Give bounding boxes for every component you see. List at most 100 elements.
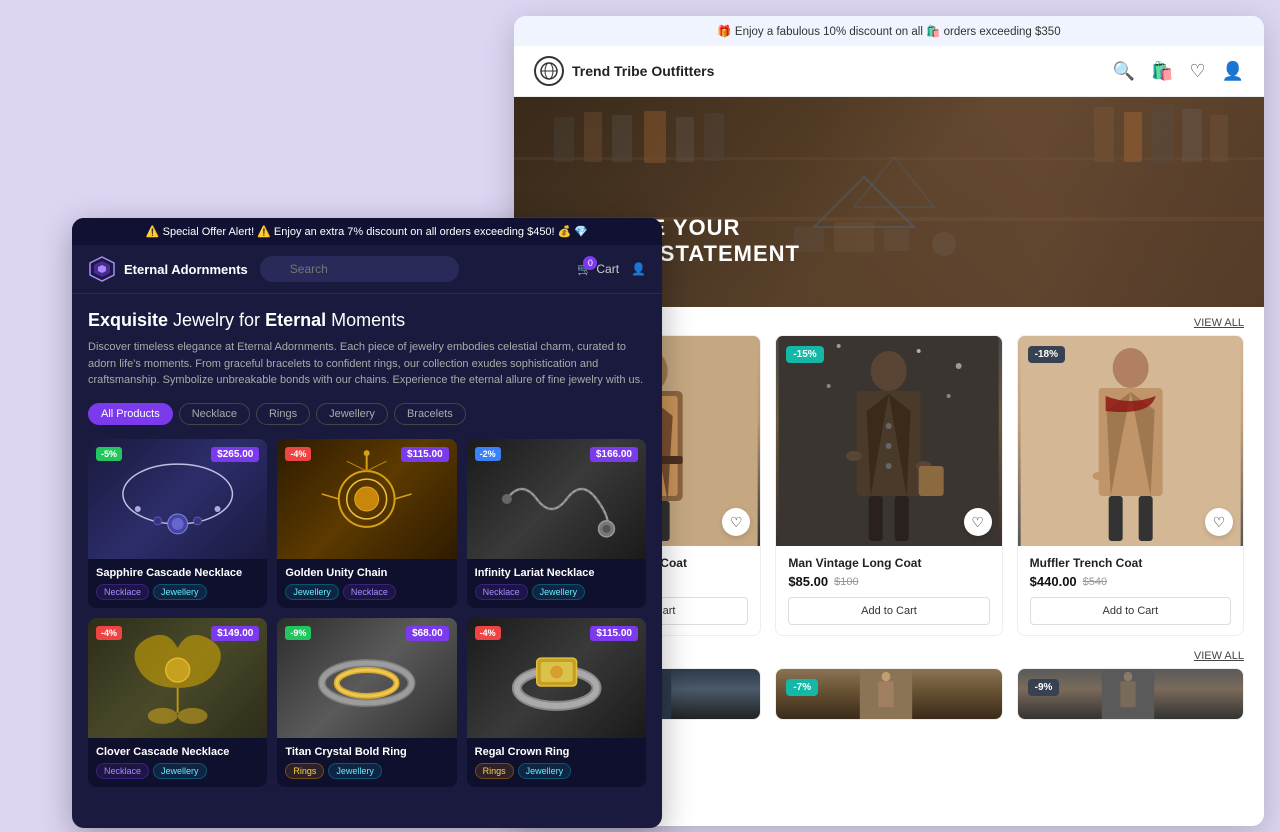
- fashion-image-second3: -9%: [1018, 669, 1243, 719]
- heading-normal1: Jewelry for: [168, 310, 265, 330]
- price-old-vintage: $100: [834, 576, 858, 588]
- filter-jewellery[interactable]: Jewellery: [316, 403, 388, 425]
- filter-necklace[interactable]: Necklace: [179, 403, 250, 425]
- product-card-titan[interactable]: -9% $68.00 Titan Crystal Bold Ring Rings…: [277, 618, 456, 787]
- tag-necklace-clover: Necklace: [96, 763, 149, 779]
- product-tags-titan: Rings Jewellery: [285, 763, 448, 779]
- product-info-clover: Clover Cascade Necklace Necklace Jewelle…: [88, 738, 267, 787]
- product-tags-sapphire: Necklace Jewellery: [96, 584, 259, 600]
- left-search-wrap: 🔍: [260, 256, 566, 282]
- product-info-sapphire: Sapphire Cascade Necklace Necklace Jewel…: [88, 559, 267, 608]
- product-info-regal: Regal Crown Ring Rings Jewellery: [467, 738, 646, 787]
- product-card-clover[interactable]: -4% $149.00 Clover Cascade Necklace Neck…: [88, 618, 267, 787]
- bag-icon[interactable]: 🛍️: [1151, 61, 1173, 82]
- price-badge-golden: $115.00: [401, 447, 449, 462]
- filter-pills: All Products Necklace Rings Jewellery Br…: [88, 403, 646, 425]
- fashion-discount-muffler: -18%: [1028, 346, 1065, 363]
- heart-icon[interactable]: ♡: [1189, 61, 1205, 82]
- cart-count: 0: [583, 256, 597, 270]
- heading-normal2: Moments: [326, 310, 405, 330]
- tag-jewellery-clover: Jewellery: [153, 763, 207, 779]
- tag-jewellery-golden: Jewellery: [285, 584, 339, 600]
- product-card-regal[interactable]: -4% $115.00 Regal Crown Ring Rings Jewel: [467, 618, 646, 787]
- left-banner: ⚠️ Special Offer Alert! ⚠️ Enjoy an extr…: [72, 218, 662, 245]
- user-icon-right[interactable]: 👤: [1222, 61, 1244, 82]
- products-grid: -5% $265.00 Sapphire Cascade Necklace: [88, 439, 646, 787]
- fashion-prices-vintage: $85.00 $100: [788, 574, 989, 589]
- filter-bracelets[interactable]: Bracelets: [394, 403, 466, 425]
- fashion-discount-second3: -9%: [1028, 679, 1060, 696]
- left-logo: Eternal Adornments: [88, 255, 248, 283]
- fashion-info-muffler: Muffler Trench Coat $440.00 $540 Add to …: [1018, 546, 1243, 635]
- wishlist-vintage[interactable]: ♡: [964, 508, 992, 536]
- price-badge-clover: $149.00: [211, 626, 259, 641]
- product-name-clover: Clover Cascade Necklace: [96, 746, 259, 758]
- right-logo-circle: [534, 56, 564, 86]
- tag-jewellery: Jewellery: [153, 584, 207, 600]
- filter-rings[interactable]: Rings: [256, 403, 310, 425]
- product-image-infinity: -2% $166.00: [467, 439, 646, 559]
- heading-bold2: Eternal: [265, 310, 326, 330]
- product-name-sapphire: Sapphire Cascade Necklace: [96, 567, 259, 579]
- fashion-name-vintage: Man Vintage Long Coat: [788, 556, 989, 570]
- tag-necklace-golden: Necklace: [343, 584, 396, 600]
- discount-badge-infinity: -2%: [475, 447, 501, 461]
- left-logo-text: Eternal Adornments: [124, 262, 248, 277]
- discount-badge-sapphire: -5%: [96, 447, 122, 461]
- left-logo-icon: [88, 255, 116, 283]
- left-nav: Eternal Adornments 🔍 🛒 0 Cart 👤: [72, 245, 662, 294]
- cart-button[interactable]: 🛒 0 Cart: [577, 262, 619, 276]
- tag-necklace-infinity: Necklace: [475, 584, 528, 600]
- tag-jewellery-infinity: Jewellery: [532, 584, 586, 600]
- tag-jewellery-regal: Jewellery: [518, 763, 572, 779]
- add-to-cart-muffler[interactable]: Add to Cart: [1030, 597, 1231, 625]
- user-icon[interactable]: 👤: [631, 262, 646, 276]
- product-name-titan: Titan Crystal Bold Ring: [285, 746, 448, 758]
- product-tags-clover: Necklace Jewellery: [96, 763, 259, 779]
- discount-badge-golden: -4%: [285, 447, 311, 461]
- product-tags-regal: Rings Jewellery: [475, 763, 638, 779]
- discount-badge-clover: -4%: [96, 626, 122, 640]
- product-info-infinity: Infinity Lariat Necklace Necklace Jewell…: [467, 559, 646, 608]
- search-icon-right[interactable]: 🔍: [1113, 61, 1135, 82]
- fashion-card-second3[interactable]: -9%: [1017, 668, 1244, 720]
- fashion-card-second2[interactable]: -7%: [775, 668, 1002, 720]
- fashion-image-second2: -7%: [776, 669, 1001, 719]
- filter-all-products[interactable]: All Products: [88, 403, 173, 425]
- product-info-golden: Golden Unity Chain Jewellery Necklace: [277, 559, 456, 608]
- product-card-infinity[interactable]: -2% $166.00 Infinity Lariat Necklace Nec…: [467, 439, 646, 608]
- tag-rings-regal: Rings: [475, 763, 514, 779]
- right-nav-icons: 🔍 🛍️ ♡ 👤: [1113, 61, 1244, 82]
- product-tags-golden: Jewellery Necklace: [285, 584, 448, 600]
- left-description: Discover timeless elegance at Eternal Ad…: [88, 339, 646, 389]
- fashion-discount-vintage: -15%: [786, 346, 823, 363]
- product-name-infinity: Infinity Lariat Necklace: [475, 567, 638, 579]
- view-all-button-1[interactable]: VIEW ALL: [1194, 317, 1244, 329]
- left-panel: ⚠️ Special Offer Alert! ⚠️ Enjoy an extr…: [72, 218, 662, 828]
- left-heading: Exquisite Jewelry for Eternal Moments: [88, 310, 646, 331]
- product-image-sapphire: -5% $265.00: [88, 439, 267, 559]
- product-image-clover: -4% $149.00: [88, 618, 267, 738]
- tag-jewellery-titan: Jewellery: [328, 763, 382, 779]
- discount-badge-regal: -4%: [475, 626, 501, 640]
- discount-badge-titan: -9%: [285, 626, 311, 640]
- price-old-muffler: $540: [1083, 576, 1107, 588]
- right-banner: 🎁 Enjoy a fabulous 10% discount on all 🛍…: [514, 16, 1264, 46]
- product-card-golden[interactable]: -4% $115.00: [277, 439, 456, 608]
- wishlist-muffler[interactable]: ♡: [1205, 508, 1233, 536]
- price-badge-infinity: $166.00: [590, 447, 638, 462]
- fashion-info-vintage: Man Vintage Long Coat $85.00 $100 Add to…: [776, 546, 1001, 635]
- view-all-button-2[interactable]: VIEW ALL: [1194, 650, 1244, 662]
- fashion-card-vintage[interactable]: -15%: [775, 335, 1002, 636]
- right-logo-text: Trend Tribe Outfitters: [572, 63, 714, 79]
- right-logo-icon: [540, 62, 558, 80]
- product-card-sapphire[interactable]: -5% $265.00 Sapphire Cascade Necklace: [88, 439, 267, 608]
- fashion-discount-second2: -7%: [786, 679, 818, 696]
- add-to-cart-vintage[interactable]: Add to Cart: [788, 597, 989, 625]
- left-search-input[interactable]: [260, 256, 459, 282]
- price-badge-titan: $68.00: [406, 626, 449, 641]
- product-image-golden: -4% $115.00: [277, 439, 456, 559]
- price-badge-sapphire: $265.00: [211, 447, 259, 462]
- right-nav: Trend Tribe Outfitters 🔍 🛍️ ♡ 👤: [514, 46, 1264, 97]
- fashion-card-muffler[interactable]: -18% ♡: [1017, 335, 1244, 636]
